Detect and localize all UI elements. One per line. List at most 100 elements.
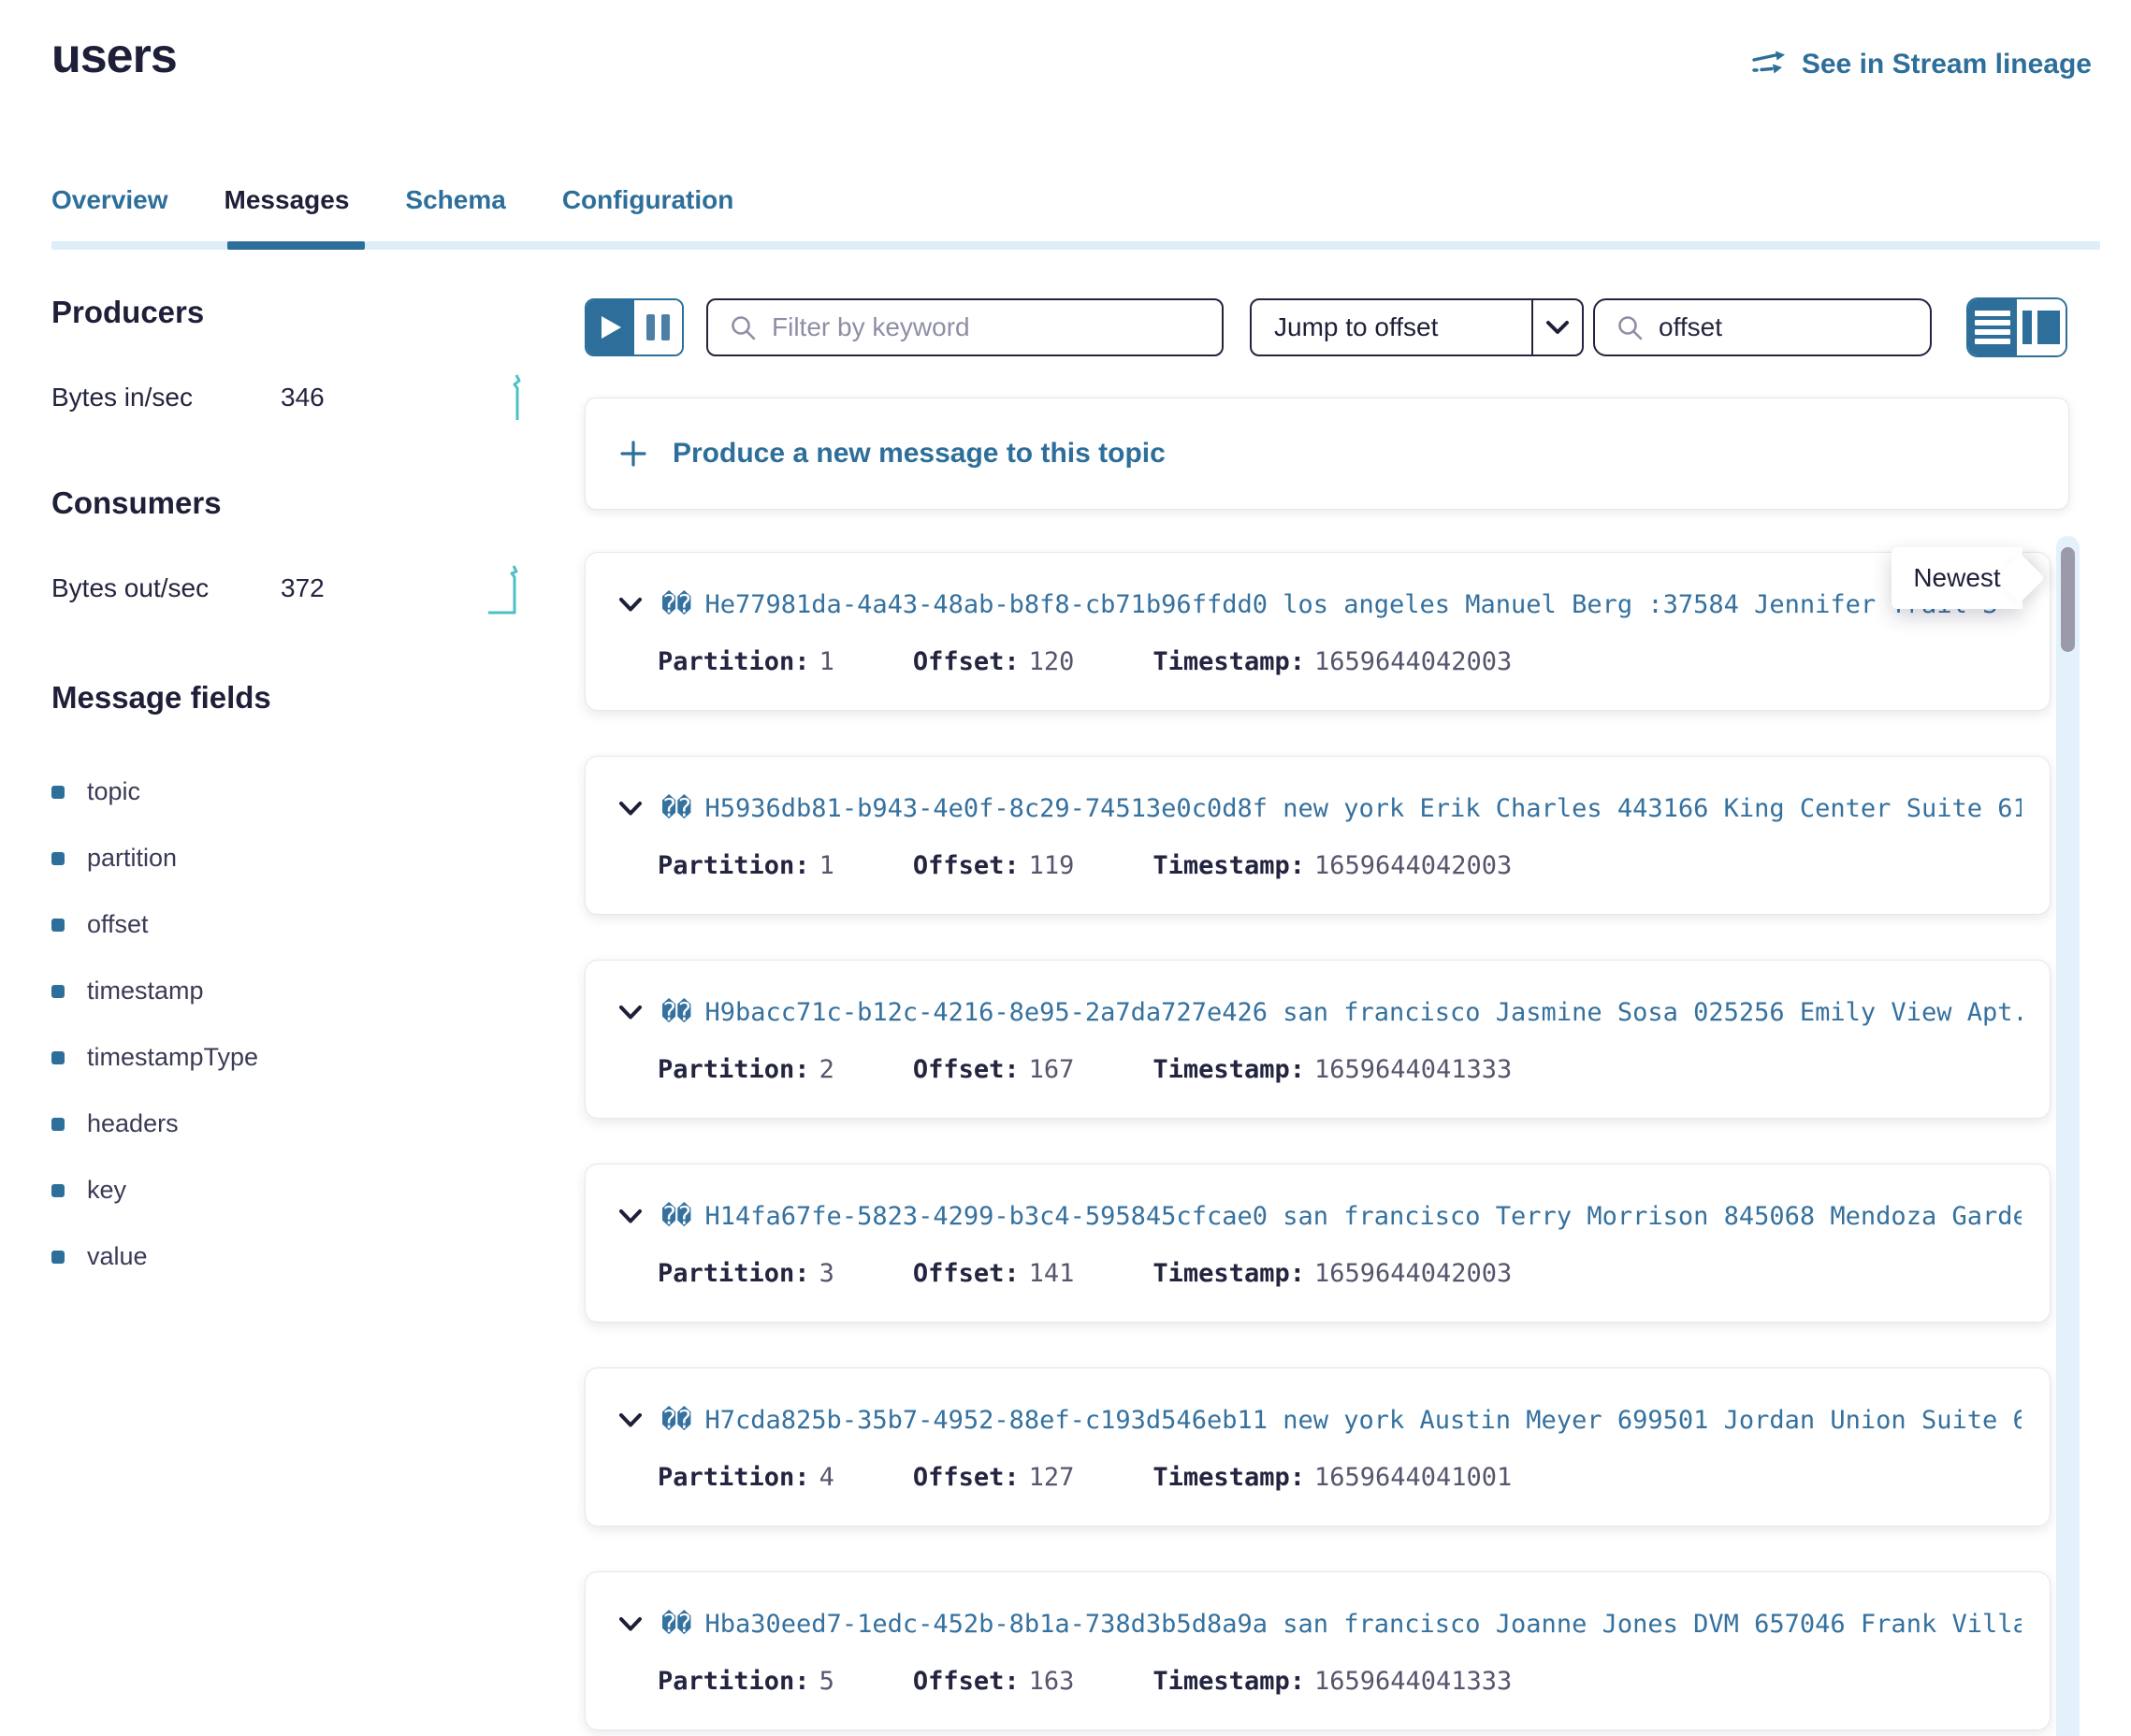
offset-value: 163 <box>1029 1667 1075 1696</box>
chevron-down-icon[interactable] <box>618 801 643 817</box>
message-key[interactable]: ��Hba30eed7-1edc-452b-8b1a-738d3b5d8a9a … <box>661 1610 2022 1639</box>
message-metadata: Partition:4 Offset:127 Timestamp:1659644… <box>658 1463 2022 1492</box>
vertical-scrollbar-track[interactable] <box>2056 536 2080 1736</box>
field-item-key[interactable]: key <box>51 1157 561 1223</box>
chevron-down-icon[interactable] <box>618 1412 643 1428</box>
bytes-in-sparkline <box>510 371 525 424</box>
message-key[interactable]: ��He77981da-4a43-48ab-b8f8-cb71b96ffdd0 … <box>661 590 1997 619</box>
field-item-partition[interactable]: partition <box>51 825 561 891</box>
field-item-headers[interactable]: headers <box>51 1091 561 1157</box>
message-key[interactable]: ��H9bacc71c-b12c-4216-8e95-2a7da727e426 … <box>661 998 2022 1027</box>
messages-toolbar: Jump to offset <box>585 297 2067 357</box>
timestamp-label: Timestamp: <box>1152 1055 1305 1084</box>
timestamp-label: Timestamp: <box>1152 1259 1305 1288</box>
chevron-down-icon[interactable] <box>1531 300 1582 354</box>
message-key[interactable]: ��H7cda825b-35b7-4952-88ef-c193d546eb11 … <box>661 1406 2022 1435</box>
chevron-down-icon[interactable] <box>618 1005 643 1020</box>
field-bullet-icon <box>51 985 65 998</box>
message-key[interactable]: ��H5936db81-b943-4e0f-8c29-74513e0c0d8f … <box>661 794 2022 823</box>
partition-label: Partition: <box>658 1667 810 1696</box>
offset-value: 167 <box>1029 1055 1075 1084</box>
offset-value: 120 <box>1029 647 1075 676</box>
message-row[interactable]: ��Hba30eed7-1edc-452b-8b1a-738d3b5d8a9a … <box>585 1571 2051 1730</box>
consumers-heading: Consumers <box>51 485 561 521</box>
produce-message-button[interactable]: Produce a new message to this topic <box>585 398 2069 510</box>
field-label: value <box>87 1242 148 1271</box>
message-row[interactable]: ��H9bacc71c-b12c-4216-8e95-2a7da727e426 … <box>585 960 2051 1119</box>
bytes-out-value: 372 <box>281 573 325 603</box>
field-bullet-icon <box>51 786 65 799</box>
filter-search-box[interactable] <box>706 298 1224 356</box>
split-view-button[interactable] <box>2017 299 2066 355</box>
chevron-down-icon[interactable] <box>618 1616 643 1632</box>
partition-value: 5 <box>819 1667 834 1696</box>
offset-input[interactable] <box>1659 312 1909 342</box>
play-button[interactable] <box>587 300 634 354</box>
message-fields-list: topic partition offset timestamptimestampTy… <box>51 759 561 1290</box>
field-item-timestamp[interactable]: timestamp <box>51 958 561 1024</box>
field-bullet-icon <box>51 1051 65 1064</box>
field-item-value[interactable]: value <box>51 1223 561 1290</box>
unprintable-bytes: �� <box>661 794 692 823</box>
timestamp-value: 1659644042003 <box>1314 647 1512 676</box>
field-label: partition <box>87 844 177 873</box>
offset-search-box[interactable] <box>1593 298 1932 356</box>
chevron-down-icon[interactable] <box>618 1208 643 1224</box>
message-fields-heading: Message fields <box>51 680 561 716</box>
unprintable-bytes: �� <box>661 1610 692 1639</box>
unprintable-bytes: �� <box>661 1406 692 1435</box>
pause-button[interactable] <box>634 300 682 354</box>
filter-input[interactable] <box>772 312 1201 342</box>
stream-lineage-link[interactable]: See in Stream lineage <box>1751 49 2092 80</box>
field-item-offset[interactable]: offset <box>51 891 561 958</box>
tab-underline-track <box>51 241 2100 250</box>
tab-configuration[interactable]: Configuration <box>562 185 734 239</box>
sidebar: Producers Bytes in/sec 346 Consumers Byt… <box>51 295 561 1290</box>
producers-metric-row: Bytes in/sec 346 <box>51 371 561 424</box>
jump-to-offset-select[interactable]: Jump to offset <box>1250 298 1584 356</box>
list-view-icon <box>1975 307 2010 348</box>
offset-value: 119 <box>1029 851 1075 880</box>
message-metadata: Partition:1 Offset:119 Timestamp:1659644… <box>658 851 2022 880</box>
vertical-scrollbar-thumb[interactable] <box>2061 547 2075 652</box>
partition-value: 2 <box>819 1055 834 1084</box>
tab-overview[interactable]: Overview <box>51 185 168 239</box>
tab-schema[interactable]: Schema <box>405 185 505 239</box>
field-item-timestampType[interactable]: timestampType <box>51 1024 561 1091</box>
field-bullet-icon <box>51 1118 65 1131</box>
offset-label: Offset: <box>913 1463 1020 1492</box>
partition-label: Partition: <box>658 1463 810 1492</box>
partition-label: Partition: <box>658 1055 810 1084</box>
timestamp-value: 1659644042003 <box>1314 851 1512 880</box>
partition-value: 1 <box>819 851 834 880</box>
unprintable-bytes: �� <box>661 998 692 1027</box>
field-label: offset <box>87 910 149 939</box>
tab-messages[interactable]: Messages <box>225 185 350 239</box>
unprintable-bytes: �� <box>661 1202 692 1231</box>
partition-label: Partition: <box>658 851 810 880</box>
message-metadata: Partition:3 Offset:141 Timestamp:1659644… <box>658 1259 2022 1288</box>
timestamp-value: 1659644041333 <box>1314 1667 1512 1696</box>
play-pause-toggle <box>585 298 684 356</box>
bytes-out-label: Bytes out/sec <box>51 573 281 603</box>
timestamp-value: 1659644041333 <box>1314 1055 1512 1084</box>
newest-tooltip-label: Newest <box>1913 563 2000 593</box>
field-label: key <box>87 1176 126 1205</box>
offset-label: Offset: <box>913 1667 1020 1696</box>
partition-label: Partition: <box>658 647 810 676</box>
bytes-in-label: Bytes in/sec <box>51 383 281 412</box>
message-metadata: Partition:1 Offset:120 Timestamp:1659644… <box>658 647 2022 676</box>
list-view-button[interactable] <box>1968 299 2017 355</box>
field-bullet-icon <box>51 1251 65 1264</box>
field-label: headers <box>87 1109 179 1138</box>
chevron-down-icon[interactable] <box>618 597 643 613</box>
field-item-topic[interactable]: topic <box>51 759 561 825</box>
message-row[interactable]: ��He77981da-4a43-48ab-b8f8-cb71b96ffdd0 … <box>585 552 2051 711</box>
message-key[interactable]: ��H14fa67fe-5823-4299-b3c4-595845cfcae0 … <box>661 1202 2022 1231</box>
field-bullet-icon <box>51 852 65 865</box>
bytes-out-sparkline <box>486 562 528 616</box>
timestamp-value: 1659644041001 <box>1314 1463 1512 1492</box>
message-row[interactable]: ��H7cda825b-35b7-4952-88ef-c193d546eb11 … <box>585 1367 2051 1526</box>
message-row[interactable]: ��H5936db81-b943-4e0f-8c29-74513e0c0d8f … <box>585 756 2051 915</box>
message-row[interactable]: ��H14fa67fe-5823-4299-b3c4-595845cfcae0 … <box>585 1164 2051 1323</box>
